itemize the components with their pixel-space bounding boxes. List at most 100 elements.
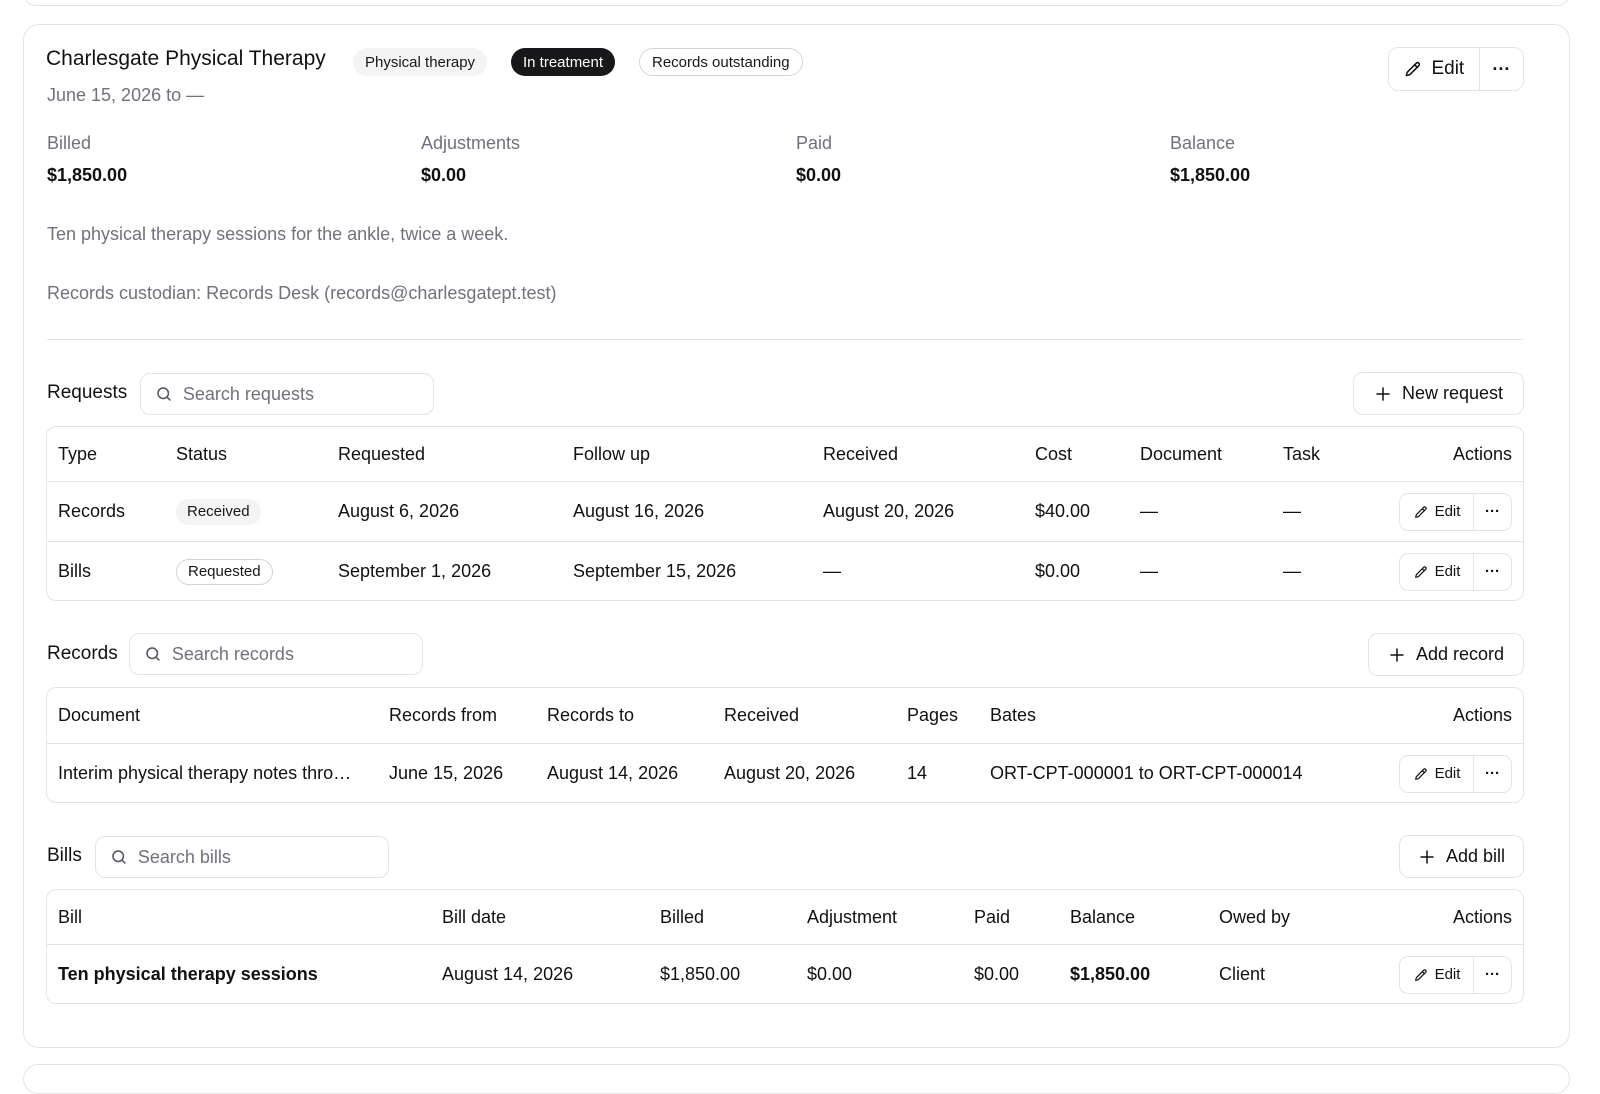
bills-header-row: Bill Bill date Billed Adjustment Paid Ba… xyxy=(47,890,1523,944)
stat-balance-value: $1,850.00 xyxy=(1170,165,1251,185)
provider-more-button[interactable]: ··· xyxy=(1478,48,1523,90)
more-icon: ··· xyxy=(1492,58,1511,79)
plus-icon xyxy=(1390,647,1404,662)
bill-owed-by: Client xyxy=(1219,964,1266,984)
col-type: Type xyxy=(58,443,98,464)
col-received: Received xyxy=(724,705,800,725)
pencil-icon xyxy=(1414,565,1427,578)
requests-header-row: Type Status Requested Follow up Received… xyxy=(47,427,1523,481)
requests-label: Requests xyxy=(47,382,128,403)
record-pages: 14 xyxy=(907,763,928,783)
bills-label: Bills xyxy=(47,845,82,866)
section-divider xyxy=(47,339,1524,340)
bill-paid: $0.00 xyxy=(974,964,1020,984)
col-owed-by: Owed by xyxy=(1219,906,1291,927)
treatment-description: Ten physical therapy sessions for the an… xyxy=(47,224,509,244)
bills-search-input[interactable] xyxy=(137,846,374,868)
new-request-button[interactable]: New request xyxy=(1353,372,1524,415)
row-more-button[interactable]: ··· xyxy=(1473,553,1511,590)
row-actions: Edit ··· xyxy=(1399,955,1512,994)
requests-table: Type Status Requested Follow up Received… xyxy=(46,426,1524,601)
bill-name: Ten physical therapy sessions xyxy=(58,964,318,984)
request-task: — xyxy=(1283,561,1301,581)
treatment-status-badge: In treatment xyxy=(511,48,616,76)
bill-adjustment: $0.00 xyxy=(807,964,853,984)
row-edit-label: Edit xyxy=(1434,966,1461,983)
request-cost: $0.00 xyxy=(1035,561,1081,581)
request-task: — xyxy=(1283,501,1301,521)
row-edit-button[interactable]: Edit xyxy=(1400,554,1473,590)
row-edit-button[interactable]: Edit xyxy=(1400,957,1473,993)
col-bill: Bill xyxy=(58,906,83,927)
search-icon xyxy=(146,647,160,661)
edit-provider-label: Edit xyxy=(1431,58,1465,79)
stat-adjustments-value: $0.00 xyxy=(421,165,467,185)
search-icon xyxy=(157,387,171,401)
more-icon: ··· xyxy=(1485,563,1500,580)
row-edit-label: Edit xyxy=(1434,563,1461,580)
row-actions: Edit ··· xyxy=(1399,754,1512,793)
request-requested: August 6, 2026 xyxy=(338,501,460,521)
row-more-button[interactable]: ··· xyxy=(1473,755,1511,792)
col-requested: Requested xyxy=(338,443,426,464)
plus-icon xyxy=(1376,386,1390,401)
request-document: — xyxy=(1140,561,1158,581)
records-custodian: Records custodian: Records Desk (records… xyxy=(47,283,557,303)
stat-adjustments-label: Adjustments xyxy=(421,133,521,153)
row-more-button[interactable]: ··· xyxy=(1473,493,1511,530)
record-from: June 15, 2026 xyxy=(389,763,504,783)
edit-provider-button[interactable]: Edit xyxy=(1389,48,1479,90)
col-pages: Pages xyxy=(907,705,959,725)
col-records-to: Records to xyxy=(547,705,635,725)
add-record-button[interactable]: Add record xyxy=(1368,633,1524,676)
row-edit-button[interactable]: Edit xyxy=(1400,756,1473,792)
col-actions: Actions xyxy=(1452,705,1512,725)
add-bill-label: Add bill xyxy=(1445,846,1506,866)
requests-search xyxy=(140,373,434,415)
col-actions: Actions xyxy=(1452,443,1512,464)
row-actions: Edit ··· xyxy=(1399,492,1512,531)
row-edit-label: Edit xyxy=(1434,765,1461,782)
new-request-label: New request xyxy=(1401,383,1504,403)
col-document: Document xyxy=(1140,443,1223,464)
more-icon: ··· xyxy=(1485,765,1500,782)
stat-billed-value: $1,850.00 xyxy=(47,165,128,185)
table-row: Records Received August 6, 2026 August 1… xyxy=(47,481,1523,541)
records-header-row: Document Records from Records to Receive… xyxy=(47,688,1523,743)
record-document[interactable]: Interim physical therapy notes thro… xyxy=(58,763,378,784)
bill-balance: $1,850.00 xyxy=(1070,964,1151,984)
record-to: August 14, 2026 xyxy=(547,763,679,783)
request-requested: September 1, 2026 xyxy=(338,561,492,581)
requests-search-input[interactable] xyxy=(182,383,419,405)
next-card-edge xyxy=(23,1064,1570,1094)
stat-paid-label: Paid xyxy=(796,133,833,153)
request-type: Records xyxy=(58,501,126,521)
stat-balance-label: Balance xyxy=(1170,133,1236,153)
col-follow-up: Follow up xyxy=(573,443,651,464)
row-more-button[interactable]: ··· xyxy=(1473,956,1511,993)
request-type: Bills xyxy=(58,561,92,581)
records-search-input[interactable] xyxy=(171,643,408,665)
row-actions: Edit ··· xyxy=(1399,552,1512,591)
specialty-badge: Physical therapy xyxy=(353,48,488,76)
status-badge: Requested xyxy=(176,558,273,585)
col-bates: Bates xyxy=(990,705,1037,725)
treatment-date-range: June 15, 2026 to — xyxy=(47,85,205,105)
request-document: — xyxy=(1140,501,1158,521)
plus-icon xyxy=(1420,849,1434,864)
row-edit-button[interactable]: Edit xyxy=(1400,494,1473,530)
records-label: Records xyxy=(47,643,118,664)
pencil-icon xyxy=(1414,767,1427,780)
provider-actions: Edit ··· xyxy=(1388,47,1524,91)
col-bill-date: Bill date xyxy=(442,906,507,927)
add-bill-button[interactable]: Add bill xyxy=(1399,835,1524,878)
col-records-from: Records from xyxy=(389,705,498,725)
pencil-icon xyxy=(1406,61,1421,77)
bills-table: Bill Bill date Billed Adjustment Paid Ba… xyxy=(46,889,1524,1004)
status-badge: Received xyxy=(176,498,261,525)
record-bates: ORT-CPT-000001 to ORT-CPT-000014 xyxy=(990,763,1303,783)
row-edit-label: Edit xyxy=(1434,503,1461,520)
add-record-label: Add record xyxy=(1415,644,1505,664)
previous-card-edge xyxy=(23,0,1570,6)
record-received: August 20, 2026 xyxy=(724,763,856,783)
